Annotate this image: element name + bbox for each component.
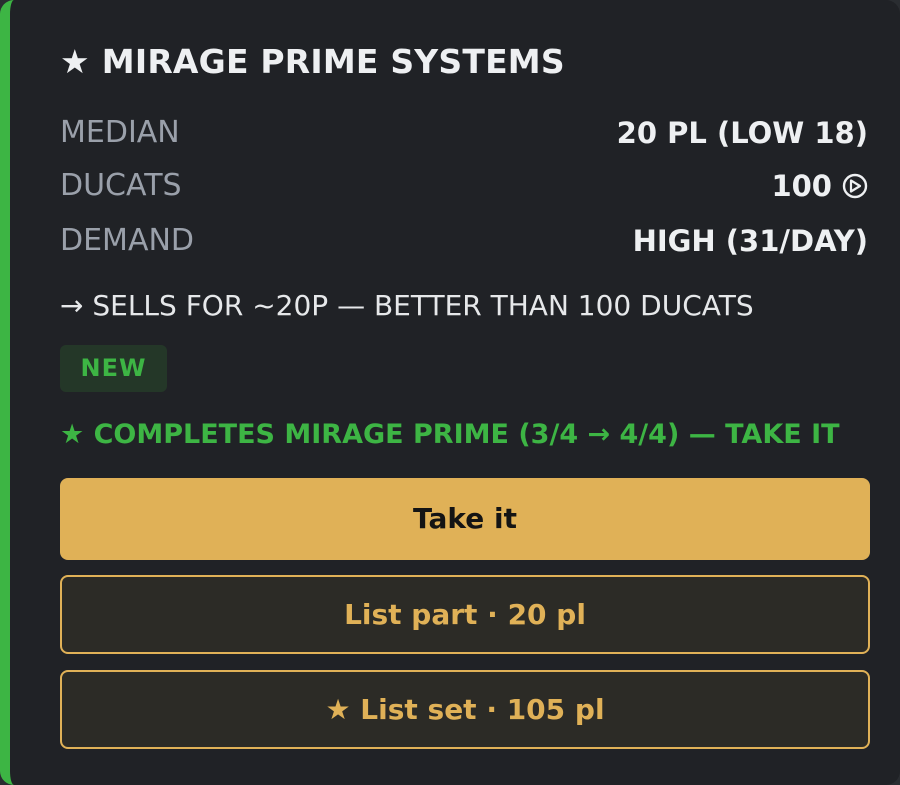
stat-label-ducats: DUCATS [60,168,182,203]
stat-row-ducats: DUCATS 100 [60,166,868,206]
stat-value-demand: HIGH (31/DAY) [632,224,868,258]
relic-reward-card: ★ MIRAGE PRIME SYSTEMS MEDIAN 20 PL (LOW … [0,0,900,785]
take-it-button[interactable]: Take it [60,478,870,560]
new-badge: NEW [60,345,167,392]
stat-label-demand: DEMAND [60,223,195,258]
list-set-button[interactable]: ★ List set · 105 pl [60,670,870,749]
sell-advice: → SELLS FOR ~20P — BETTER THAN 100 DUCAT… [60,289,754,322]
stat-row-demand: DEMAND HIGH (31/DAY) [60,221,868,261]
stat-value-ducats: 100 [771,169,832,203]
stat-value-median: 20 PL (LOW 18) [616,116,868,150]
item-name: MIRAGE PRIME SYSTEMS [101,42,565,81]
item-title: ★ MIRAGE PRIME SYSTEMS [60,42,565,82]
stat-label-median: MEDIAN [60,115,180,150]
stat-row-median: MEDIAN 20 PL (LOW 18) [60,113,868,153]
set-completion-note: ★ COMPLETES MIRAGE PRIME (3/4 → 4/4) — T… [60,419,840,450]
ducat-icon [842,173,868,199]
list-part-button[interactable]: List part · 20 pl [60,575,870,654]
star-icon: ★ [60,42,90,81]
stat-value-ducats-wrap: 100 [771,166,868,206]
card-content: ★ MIRAGE PRIME SYSTEMS MEDIAN 20 PL (LOW … [60,0,870,785]
